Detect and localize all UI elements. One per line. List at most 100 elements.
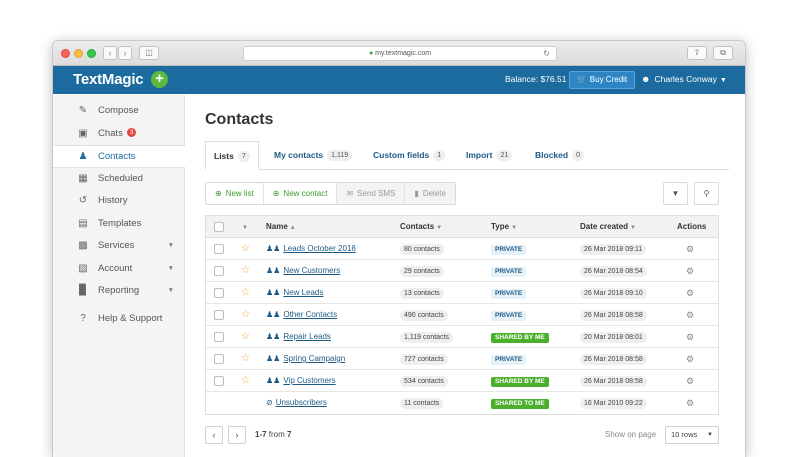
- group-icon: ♟♟: [266, 310, 281, 319]
- sidebar-item-services[interactable]: ▩ Services ▼: [53, 235, 184, 258]
- star-icon[interactable]: ☆: [241, 326, 250, 348]
- select-all-checkbox[interactable]: [214, 222, 224, 232]
- row-checkbox[interactable]: [214, 354, 224, 364]
- add-plus-icon[interactable]: +: [151, 71, 168, 88]
- sidebar-item-reporting[interactable]: ▉ Reporting ▼: [53, 280, 184, 303]
- star-icon[interactable]: ☆: [241, 370, 250, 392]
- tab-blocked[interactable]: Blocked 0: [535, 141, 584, 170]
- list-name-link[interactable]: Unsubscribers: [276, 398, 327, 407]
- contacts-count: 534 contacts: [400, 376, 448, 387]
- table-row[interactable]: ☆ ♟♟ Spring Campaign 727 contacts PRIVATE…: [206, 348, 718, 370]
- column-header-contacts[interactable]: Contacts ▼: [400, 216, 442, 239]
- star-icon[interactable]: ☆: [241, 348, 250, 370]
- gear-icon[interactable]: ⚙: [686, 348, 694, 370]
- sidebar-item-contacts[interactable]: ♟ Contacts: [53, 145, 185, 168]
- send-sms-button[interactable]: ✉ Send SMS: [337, 183, 406, 204]
- list-name-link[interactable]: Leads October 2018: [283, 244, 356, 253]
- address-bar[interactable]: ● my.textmagic.com ↻: [243, 46, 557, 61]
- delete-button[interactable]: ▮ Delete: [405, 183, 455, 204]
- sidebar-item-compose[interactable]: ✎ Compose: [53, 100, 184, 123]
- table-row[interactable]: ☆ ♟♟ Repair Leads 1,119 contacts SHARED B…: [206, 326, 718, 348]
- caret-down-icon: ▼: [167, 264, 174, 272]
- tab-lists[interactable]: Lists 7: [205, 141, 259, 170]
- row-checkbox[interactable]: [214, 332, 224, 342]
- buy-credit-label: Buy Credit: [589, 75, 628, 84]
- new-contact-button[interactable]: ⊕ New contact: [264, 183, 338, 204]
- lists-table: ▼ Name ▲ Contacts ▼ Type ▼ Date created ▼ Ac…: [205, 215, 719, 415]
- row-checkbox[interactable]: [214, 288, 224, 298]
- sidebar-item-account[interactable]: ▨ Account ▼: [53, 258, 184, 281]
- tabs-overview-icon[interactable]: ⧉: [713, 46, 733, 60]
- new-list-button[interactable]: ⊕ New list: [206, 183, 264, 204]
- sidebar-item-templates[interactable]: ▤ Templates: [53, 213, 184, 236]
- sidebar-toggle-icon[interactable]: ◫: [139, 46, 159, 60]
- contacts-count: 490 contacts: [400, 310, 448, 321]
- table-row[interactable]: ⊘ Unsubscribers 11 contacts SHARED TO ME …: [206, 392, 718, 414]
- list-type-badge: SHARED TO ME: [491, 399, 549, 409]
- gear-icon[interactable]: ⚙: [686, 304, 694, 326]
- account-icon: ▨: [78, 262, 88, 274]
- sidebar-item-help[interactable]: ? Help & Support: [53, 308, 184, 331]
- app-header: TextMagic + Balance: $76.51 🛒 Buy Credit …: [53, 66, 745, 94]
- chevron-down-icon: ▼: [707, 432, 713, 438]
- gear-icon[interactable]: ⚙: [686, 370, 694, 392]
- filter-button[interactable]: ▼: [663, 182, 688, 205]
- unread-badge: 3: [126, 128, 137, 138]
- date-created: 26 Mar 2018 09:10: [580, 288, 647, 299]
- prev-page-button[interactable]: ‹: [205, 426, 223, 444]
- sidebar-item-label: Account: [98, 262, 133, 274]
- buy-credit-button[interactable]: 🛒 Buy Credit: [569, 71, 635, 89]
- tab-custom-fields[interactable]: Custom fields 1: [373, 141, 446, 170]
- app-logo[interactable]: TextMagic: [73, 71, 144, 88]
- gear-icon[interactable]: ⚙: [686, 326, 694, 348]
- user-menu[interactable]: ☻ Charles Conway ▼: [641, 74, 727, 84]
- reload-icon[interactable]: ↻: [543, 47, 550, 61]
- table-row[interactable]: ☆ ♟♟ New Customers 29 contacts PRIVATE 26…: [206, 260, 718, 282]
- search-button[interactable]: ⚲: [694, 182, 719, 205]
- contacts-count: 80 contacts: [400, 244, 444, 255]
- star-icon[interactable]: ☆: [241, 260, 250, 282]
- minimize-window-button[interactable]: [74, 49, 83, 58]
- contacts-icon: ♟: [78, 151, 88, 162]
- forward-icon[interactable]: ›: [118, 46, 132, 60]
- date-created: 26 Mar 2018 08:58: [580, 354, 647, 365]
- list-name-link[interactable]: Vip Customers: [283, 376, 335, 385]
- rows-per-page-select[interactable]: 10 rows ▼: [665, 426, 719, 444]
- table-row[interactable]: ☆ ♟♟ Vip Customers 534 contacts SHARED BY…: [206, 370, 718, 392]
- list-name-link[interactable]: Repair Leads: [283, 332, 331, 341]
- table-row[interactable]: ☆ ♟♟ Other Contacts 490 contacts PRIVATE …: [206, 304, 718, 326]
- next-page-button[interactable]: ›: [228, 426, 246, 444]
- row-checkbox[interactable]: [214, 376, 224, 386]
- tab-import[interactable]: Import 21: [466, 141, 513, 170]
- sidebar-item-chats[interactable]: ▣ Chats 3: [53, 123, 184, 146]
- share-icon[interactable]: ⇧: [687, 46, 707, 60]
- column-header-date-created[interactable]: Date created ▼: [580, 216, 636, 239]
- list-name-link[interactable]: New Customers: [283, 266, 340, 275]
- back-icon[interactable]: ‹: [103, 46, 117, 60]
- row-checkbox[interactable]: [214, 266, 224, 276]
- table-row[interactable]: ☆ ♟♟ Leads October 2018 80 contacts PRIVA…: [206, 238, 718, 260]
- gear-icon[interactable]: ⚙: [686, 238, 694, 260]
- delete-label: Delete: [422, 189, 446, 198]
- sidebar-item-history[interactable]: ↺ History: [53, 190, 184, 213]
- gear-icon[interactable]: ⚙: [686, 392, 694, 414]
- tab-my-contacts[interactable]: My contacts 1,119: [274, 141, 353, 170]
- star-icon[interactable]: ☆: [241, 304, 250, 326]
- send-sms-label: Send SMS: [357, 189, 396, 198]
- gear-icon[interactable]: ⚙: [686, 282, 694, 304]
- star-sort-dropdown[interactable]: ▼: [240, 216, 248, 239]
- gear-icon[interactable]: ⚙: [686, 260, 694, 282]
- row-checkbox[interactable]: [214, 310, 224, 320]
- star-icon[interactable]: ☆: [241, 238, 250, 260]
- list-name-link[interactable]: New Leads: [283, 288, 323, 297]
- star-icon[interactable]: ☆: [241, 282, 250, 304]
- close-window-button[interactable]: [61, 49, 70, 58]
- column-header-type[interactable]: Type ▼: [491, 216, 517, 239]
- row-checkbox[interactable]: [214, 244, 224, 254]
- list-name-link[interactable]: Spring Campaign: [283, 354, 345, 363]
- sidebar-item-scheduled[interactable]: ▦ Scheduled: [53, 168, 184, 191]
- list-name-link[interactable]: Other Contacts: [283, 310, 337, 319]
- maximize-window-button[interactable]: [87, 49, 96, 58]
- table-row[interactable]: ☆ ♟♟ New Leads 13 contacts PRIVATE 26 Mar…: [206, 282, 718, 304]
- column-header-name[interactable]: Name ▲: [266, 216, 296, 239]
